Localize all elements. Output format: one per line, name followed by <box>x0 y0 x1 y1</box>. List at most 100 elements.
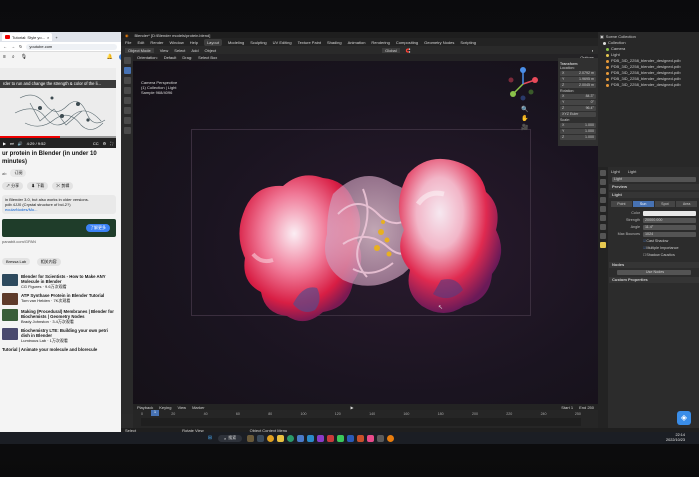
color-field[interactable]: Color <box>609 210 699 216</box>
menu-window[interactable]: Window <box>169 40 183 45</box>
tool-tab-icon[interactable] <box>600 170 606 176</box>
mode-dropdown[interactable]: Object Mode <box>125 47 154 53</box>
world-tab-icon[interactable] <box>600 215 606 221</box>
rotation-z-field[interactable]: Z 96.4° <box>560 106 596 111</box>
system-clock[interactable]: 22:14 2022/10/23 <box>666 433 685 443</box>
description-link[interactable]: ecularNodes/Mo... <box>5 207 113 212</box>
play-icon[interactable]: ▶ <box>3 141 6 146</box>
mic-icon[interactable]: 🎙 <box>21 54 27 60</box>
close-icon[interactable]: × <box>47 35 49 40</box>
search-box[interactable]: ⌕ 搜索 <box>218 434 243 442</box>
menu-view[interactable]: View <box>177 405 186 410</box>
forward-icon[interactable]: → <box>11 44 15 49</box>
angle-field[interactable]: Angle 11.4° <box>609 224 699 230</box>
render-tab-icon[interactable] <box>600 179 606 185</box>
fullscreen-icon[interactable]: ⛶ <box>110 141 113 146</box>
app-icon[interactable] <box>366 434 374 442</box>
start-frame-field[interactable]: Start 1 <box>561 405 573 410</box>
section-custom-properties[interactable]: Custom Properties <box>609 277 699 283</box>
location-x-field[interactable]: X 2.0792 m <box>560 71 596 76</box>
filter-chip[interactable]: Bressa Lab <box>2 258 31 265</box>
video-thumbnail[interactable] <box>2 274 18 286</box>
scale-z-field[interactable]: Z 1.000 <box>560 135 596 140</box>
light-type-sun[interactable]: Sun <box>632 201 654 207</box>
location-z-field[interactable]: Z 2.0045 m <box>560 83 596 88</box>
menu-select[interactable]: Select <box>174 48 185 53</box>
3d-viewport[interactable]: Orientation: Default Drag: Select Box Op… <box>133 54 598 404</box>
promo-button[interactable]: 了解更多 <box>86 224 110 232</box>
play-icon[interactable]: ▶ <box>351 405 354 410</box>
end-frame-field[interactable]: End 250 <box>579 405 594 410</box>
start-icon[interactable]: ⊞ <box>207 435 214 442</box>
menu-playback[interactable]: Playback <box>137 405 153 410</box>
list-item[interactable]: Making (Procedural) Membranes | Blender … <box>2 309 116 324</box>
share-button[interactable]: ↗ 分享 <box>2 182 24 190</box>
url-input[interactable]: youtube.com <box>26 43 117 50</box>
view-layer-tab-icon[interactable] <box>600 197 606 203</box>
chrome-icon[interactable] <box>266 434 274 442</box>
tab-sculpting[interactable]: Sculpting <box>250 40 266 45</box>
strength-field[interactable]: Strength 20000.000 <box>609 217 699 223</box>
scale-x-field[interactable]: X 1.000 <box>560 123 596 128</box>
light-type-area[interactable]: Area <box>676 201 697 207</box>
shading-icon[interactable]: ◐ <box>592 48 594 53</box>
section-preview[interactable]: Preview <box>609 184 699 190</box>
app-icon[interactable] <box>326 434 334 442</box>
menu-file[interactable]: File <box>125 40 131 45</box>
browser-tab[interactable]: Tutorial: Style yo... × <box>2 33 53 41</box>
cast-shadow-checkbox[interactable]: ☑ Cast Shadow <box>609 238 699 244</box>
tab-uv-editing[interactable]: UV Editing <box>273 40 292 45</box>
list-item[interactable]: Biochemistry LTE: Building your own petr… <box>2 328 116 343</box>
output-tab-icon[interactable] <box>600 188 606 194</box>
timeline-track[interactable] <box>141 418 581 426</box>
orientation-dropdown[interactable]: Global <box>382 47 400 53</box>
tab-shading[interactable]: Shading <box>327 40 342 45</box>
list-item[interactable]: Tutorial | Animate your molecule and blo… <box>2 347 116 352</box>
filter-chip[interactable]: 相关内容 <box>36 258 61 266</box>
reload-icon[interactable]: ↻ <box>19 44 22 49</box>
location-y-field[interactable]: Y 1.9695 m <box>560 77 596 82</box>
blender-taskbar-icon[interactable] <box>386 434 394 442</box>
blender-app-icon[interactable]: ◈ <box>677 411 691 425</box>
tab-compositing[interactable]: Compositing <box>396 40 418 45</box>
rotation-mode-dropdown[interactable]: XYZ Euler <box>560 112 596 117</box>
hamburger-icon[interactable]: ≡ <box>3 54 6 60</box>
rotation-y-field[interactable]: Y 0° <box>560 100 596 105</box>
store-icon[interactable] <box>296 434 304 442</box>
pan-hand-icon[interactable]: ✋ <box>521 115 528 124</box>
subtitles-icon[interactable]: CC <box>93 141 99 146</box>
playhead[interactable]: 1 <box>151 410 159 416</box>
section-nodes[interactable]: Nodes <box>609 262 699 268</box>
zoom-icon[interactable]: 🔍 <box>521 106 528 115</box>
transform-tool-icon[interactable] <box>123 107 131 114</box>
bell-icon[interactable]: 🔔 <box>107 54 113 60</box>
video-thumbnail[interactable] <box>2 328 18 340</box>
clip-button[interactable]: ✂ 剪辑 <box>52 182 74 190</box>
use-nodes-button[interactable]: Use Nodes <box>609 269 699 275</box>
multiple-importance-checkbox[interactable]: ☑ Multiple Importance <box>609 245 699 251</box>
cursor-tool-icon[interactable] <box>123 57 131 64</box>
video-thumbnail[interactable] <box>2 293 18 305</box>
new-tab-icon[interactable]: + <box>55 35 57 40</box>
navigation-gizmo[interactable]: 🔍 ✋ 🎥 <box>503 64 543 131</box>
download-button[interactable]: ⬇ 下载 <box>27 182 49 190</box>
tab-modeling[interactable]: Modeling <box>228 40 244 45</box>
light-data-tab-icon[interactable] <box>600 242 606 248</box>
object-tab-icon[interactable] <box>600 224 606 230</box>
menu-edit[interactable]: Edit <box>137 40 144 45</box>
widgets-icon[interactable] <box>246 434 254 442</box>
menu-keying[interactable]: Keying <box>159 405 171 410</box>
snap-icon[interactable]: 🧲 <box>406 48 411 53</box>
light-datablock[interactable]: Light <box>609 176 699 182</box>
measure-tool-icon[interactable] <box>123 127 131 134</box>
menu-object[interactable]: Object <box>205 48 217 53</box>
tab-texture-paint[interactable]: Texture Paint <box>298 40 321 45</box>
menu-render[interactable]: Render <box>150 40 163 45</box>
task-view-icon[interactable] <box>256 434 264 442</box>
section-light[interactable]: Light <box>609 192 699 198</box>
max-bounces-field[interactable]: Max Bounces 1024 <box>609 231 699 237</box>
file-explorer-icon[interactable] <box>276 434 284 442</box>
settings-icon[interactable]: ⚙ <box>103 141 107 146</box>
word-icon[interactable] <box>346 434 354 442</box>
menu-view[interactable]: View <box>160 48 169 53</box>
